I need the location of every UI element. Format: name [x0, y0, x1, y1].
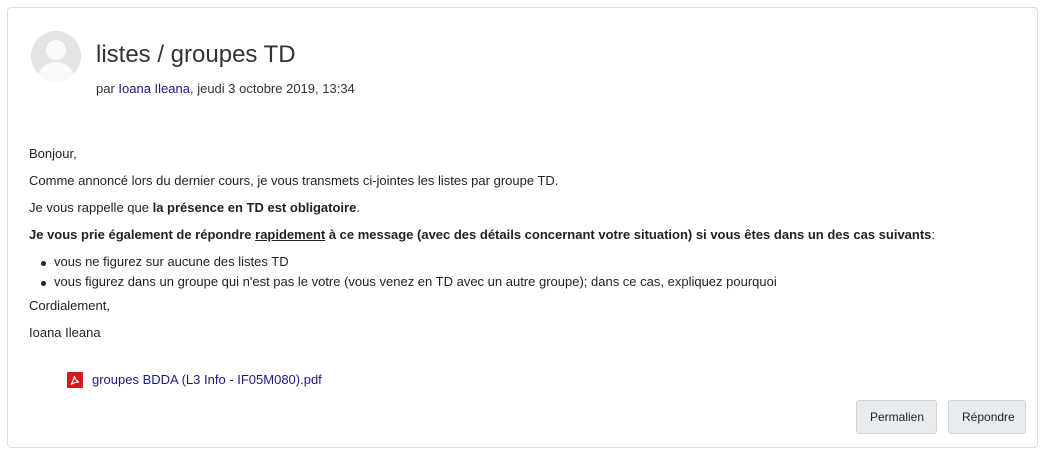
- avatar[interactable]: [31, 31, 81, 81]
- author-link[interactable]: Ioana Ileana: [118, 81, 190, 96]
- pdf-icon: [67, 372, 83, 388]
- post-date: , jeudi 3 octobre 2019, 13:34: [189, 81, 355, 96]
- post-message: Bonjour, Comme annoncé lors du dernier c…: [29, 145, 1019, 351]
- message-underlined-text: rapidement: [255, 227, 326, 242]
- message-bold-text: la présence en TD est obligatoire: [152, 200, 357, 215]
- message-line: Je vous prie également de répondre rapid…: [29, 226, 1019, 253]
- message-bold-part: Je vous prie également de répondre: [29, 227, 256, 242]
- post-title: listes / groupes TD: [96, 41, 296, 68]
- list-item: vous figurez dans un groupe qui n'est pa…: [41, 273, 1019, 293]
- reply-button[interactable]: Répondre: [948, 400, 1026, 434]
- post-byline: par Ioana Ileana, jeudi 3 octobre 2019, …: [96, 80, 355, 98]
- permalink-button[interactable]: Permalien: [856, 400, 937, 434]
- list-item: vous ne figurez sur aucune des listes TD: [41, 253, 1019, 273]
- message-text: Je vous rappelle que: [29, 200, 153, 215]
- message-bold-text: Je vous prie également de répondre rapid…: [29, 227, 931, 242]
- message-line: Comme annoncé lors du dernier cours, je …: [29, 173, 559, 188]
- message-text: :: [931, 227, 936, 242]
- attachment: groupes BDDA (L3 Info - IF05M080).pdf: [67, 371, 322, 389]
- message-list: vous ne figurez sur aucune des listes TD…: [29, 253, 1019, 293]
- message-line: Je vous rappelle que la présence en TD e…: [29, 199, 1019, 226]
- message-closing: Cordialement,: [29, 298, 110, 313]
- byline-prefix: par: [96, 81, 119, 96]
- forum-post: listes / groupes TD par Ioana Ileana, je…: [7, 7, 1038, 448]
- attachment-link[interactable]: groupes BDDA (L3 Info - IF05M080).pdf: [92, 371, 322, 389]
- message-bold-part: à ce message (avec des détails concernan…: [325, 227, 932, 242]
- message-signature: Ioana Ileana: [29, 325, 101, 340]
- message-text: .: [356, 200, 360, 215]
- message-greeting: Bonjour,: [29, 146, 77, 161]
- user-silhouette-icon: [31, 31, 81, 81]
